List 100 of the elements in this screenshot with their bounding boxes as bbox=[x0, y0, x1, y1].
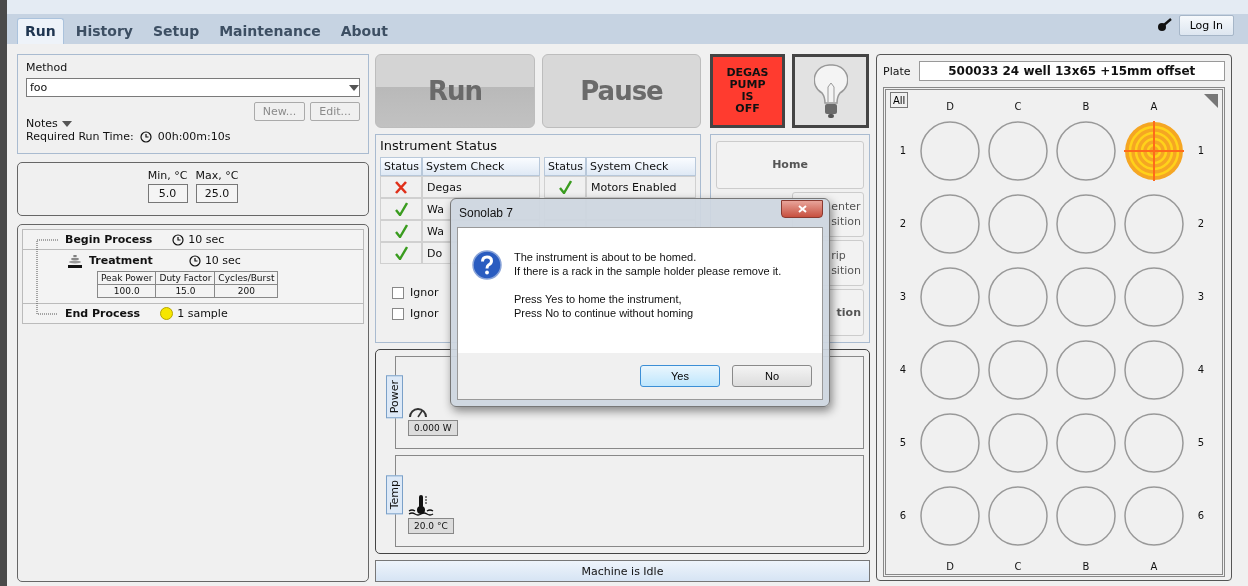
column-label: A bbox=[1149, 559, 1159, 574]
key-icon bbox=[1156, 18, 1173, 32]
dialog-button[interactable]: Yes bbox=[640, 365, 720, 387]
well[interactable] bbox=[920, 339, 980, 400]
plate-field[interactable]: 500033 24 well 13x65 +15mm offset bbox=[918, 61, 1225, 81]
tab[interactable]: Run bbox=[17, 18, 64, 44]
clock-icon bbox=[139, 130, 152, 143]
target-well-icon[interactable] bbox=[1124, 120, 1184, 181]
tab[interactable]: About bbox=[332, 18, 396, 44]
check-name: Wa bbox=[427, 224, 444, 238]
method-label: Method bbox=[26, 61, 68, 74]
table-header: Peak Power bbox=[97, 271, 156, 285]
temperature-field[interactable]: 25.0 bbox=[195, 184, 239, 203]
temperature-field[interactable]: 5.0 bbox=[147, 184, 188, 203]
column-label: B bbox=[1081, 99, 1091, 114]
well[interactable] bbox=[988, 412, 1048, 473]
sonicator-icon bbox=[67, 253, 83, 268]
row-label: 1 bbox=[1196, 144, 1206, 158]
well[interactable] bbox=[988, 193, 1048, 254]
question-icon bbox=[472, 250, 502, 280]
checkbox-label: Ignor bbox=[410, 286, 439, 299]
well[interactable] bbox=[1124, 193, 1184, 254]
column-header: Status bbox=[380, 157, 422, 176]
column-label: B bbox=[1081, 559, 1091, 574]
step-name: Begin Process bbox=[65, 233, 153, 246]
section-title: Instrument Status bbox=[380, 138, 498, 153]
well[interactable] bbox=[920, 120, 980, 181]
well[interactable] bbox=[988, 120, 1048, 181]
clock-icon bbox=[188, 254, 201, 267]
well[interactable] bbox=[920, 266, 980, 327]
row-label: 5 bbox=[898, 436, 908, 450]
check-name: Motors Enabled bbox=[591, 180, 677, 194]
process-step[interactable]: End Process 1 sample bbox=[22, 304, 364, 324]
column-header: Status bbox=[544, 157, 586, 176]
home-button[interactable]: Home bbox=[716, 141, 864, 189]
row-label: 2 bbox=[898, 217, 908, 231]
well[interactable] bbox=[920, 412, 980, 473]
row-label: 4 bbox=[898, 363, 908, 377]
select-all-button[interactable]: All bbox=[890, 92, 909, 108]
step-info: 1 sample bbox=[177, 307, 228, 320]
method-dropdown[interactable]: foo bbox=[26, 78, 360, 97]
well[interactable] bbox=[988, 339, 1048, 400]
dialog-message: The instrument is about to be homed. If there is a rack in the sample holder please remove it. bbox=[514, 250, 782, 278]
sample-dot-icon bbox=[160, 307, 174, 320]
process-step[interactable]: Treatment 10 sec Peak Power Duty Factor Cycles/Burst 100.0 15.0 200 bbox=[22, 250, 364, 304]
well[interactable] bbox=[920, 485, 980, 546]
process-step[interactable]: Begin Process 10 sec bbox=[22, 229, 364, 250]
well[interactable] bbox=[1056, 120, 1116, 181]
tab[interactable]: History bbox=[67, 18, 141, 44]
step-name: Treatment bbox=[89, 254, 153, 267]
corner-triangle-icon[interactable] bbox=[1204, 94, 1218, 108]
plate-label: Plate bbox=[883, 64, 911, 78]
checkbox[interactable] bbox=[392, 286, 404, 299]
check-name: Wa bbox=[427, 202, 444, 216]
thermometer-icon bbox=[408, 494, 434, 516]
dialog-button[interactable]: No bbox=[732, 365, 812, 387]
row-label: 6 bbox=[1196, 509, 1206, 523]
well[interactable] bbox=[1124, 266, 1184, 327]
degas-indicator: DEGAS PUMP IS OFF bbox=[710, 54, 785, 128]
panel-tab[interactable]: Temp bbox=[386, 475, 403, 515]
check-name: Do bbox=[427, 246, 443, 260]
column-label: D bbox=[945, 99, 955, 114]
table-header: Cycles/Burst bbox=[214, 271, 278, 285]
run-time-label: Required Run Time: bbox=[26, 130, 134, 143]
row-label: 1 bbox=[898, 144, 908, 158]
well[interactable] bbox=[1124, 412, 1184, 473]
close-icon bbox=[797, 205, 807, 213]
login-button[interactable]: Log In bbox=[1178, 15, 1234, 36]
table-cell: 100.0 bbox=[97, 284, 156, 298]
column-label: A bbox=[1149, 99, 1159, 114]
row-label: 3 bbox=[1196, 290, 1206, 304]
tab[interactable]: Maintenance bbox=[211, 18, 329, 44]
dialog-title: Sonolab 7 bbox=[459, 206, 514, 220]
dialog-message: Press Yes to home the instrument, Press No to continue without homing bbox=[514, 292, 695, 320]
well[interactable] bbox=[988, 485, 1048, 546]
well[interactable] bbox=[1124, 485, 1184, 546]
table-cell: 15.0 bbox=[155, 284, 215, 298]
checkbox[interactable] bbox=[392, 307, 404, 320]
clock-icon bbox=[172, 233, 185, 246]
panel-tab[interactable]: Power bbox=[386, 374, 403, 418]
well[interactable] bbox=[1056, 485, 1116, 546]
well[interactable] bbox=[1056, 193, 1116, 254]
well[interactable] bbox=[1124, 339, 1184, 400]
well[interactable] bbox=[1056, 266, 1116, 327]
well[interactable] bbox=[1056, 339, 1116, 400]
row-label: 6 bbox=[898, 509, 908, 523]
well[interactable] bbox=[1056, 412, 1116, 473]
run-time-value: 00h:00m:10s bbox=[157, 130, 231, 143]
well[interactable] bbox=[988, 266, 1048, 327]
well[interactable] bbox=[920, 193, 980, 254]
notes-toggle[interactable]: Notes bbox=[26, 117, 58, 130]
column-label: D bbox=[945, 559, 955, 574]
tab[interactable]: Setup bbox=[144, 18, 208, 44]
column-header: System Check bbox=[586, 157, 696, 176]
step-info: 10 sec bbox=[188, 233, 225, 246]
table-header: Duty Factor bbox=[155, 271, 215, 285]
close-button[interactable] bbox=[781, 200, 823, 218]
pause-button[interactable]: Pause bbox=[542, 54, 701, 128]
row-label: 2 bbox=[1196, 217, 1206, 231]
reading-value: 0.000 W bbox=[408, 419, 458, 436]
